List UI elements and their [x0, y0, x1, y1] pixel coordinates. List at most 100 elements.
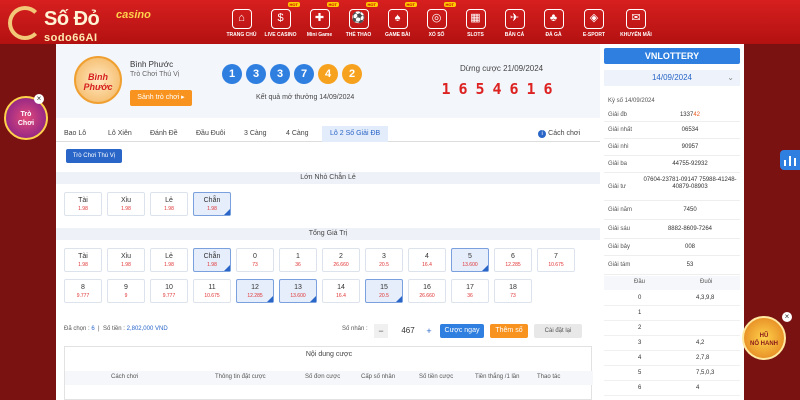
- bet-option[interactable]: 8 9.777: [64, 279, 102, 303]
- brand-logo[interactable]: Số Đỏ casino sodo66AI: [8, 4, 168, 44]
- tab-2[interactable]: Đánh Đề: [150, 126, 178, 142]
- bet-option-name: Chẵn: [203, 197, 221, 204]
- bet-option[interactable]: 13 13.600: [279, 279, 317, 303]
- bet-option[interactable]: Chẵn 1.98: [193, 248, 231, 272]
- loto-row: 5 7,5,0,3: [604, 367, 740, 381]
- mode-button[interactable]: Trò Chơi Thú Vị: [66, 149, 122, 163]
- nav-item-1[interactable]: $ LIVE CASINO HOT: [261, 0, 300, 44]
- timer-digit: 5: [475, 80, 485, 98]
- nav-item-3[interactable]: ⚽ THỂ THAO HOT: [339, 0, 378, 44]
- bet-option[interactable]: 7 10.675: [537, 248, 575, 272]
- nav-item-7[interactable]: ✈ BẮN CÁ: [495, 0, 534, 44]
- bet-option[interactable]: 99: [107, 279, 145, 303]
- prize-label: Giải tám: [608, 262, 631, 268]
- bet-table-column: Cấp số nhân: [361, 374, 396, 380]
- ball-icon: ⚽: [348, 9, 369, 29]
- bet-option-odds: 1.98: [78, 206, 88, 212]
- main-nav: ⌂ TRANG CHỦ $ LIVE CASINO HOT ✚ Mini Game HOT ⚽ T…: [222, 0, 657, 44]
- bet-option-name: 17: [466, 284, 474, 291]
- nav-item-4[interactable]: ♠ GAME BÀI HOT: [378, 0, 417, 44]
- loto-head-value: 6: [638, 385, 642, 391]
- multiplier-input[interactable]: 467: [392, 324, 424, 338]
- bet-option-odds: 10.675: [548, 262, 564, 268]
- loto-head-value: 5: [638, 370, 642, 376]
- tab-4[interactable]: 3 Càng: [244, 126, 267, 142]
- bet-option-name: Lẻ: [165, 253, 173, 260]
- nav-item-2[interactable]: ✚ Mini Game HOT: [300, 0, 339, 44]
- bet-option[interactable]: 3 20.5: [365, 248, 403, 272]
- bet-option-odds: 36: [467, 293, 473, 299]
- bet-option[interactable]: Xỉu 1.98: [107, 192, 145, 216]
- bet-option[interactable]: Chẵn 1.98: [193, 192, 231, 216]
- prize-value-main: 53: [686, 262, 694, 268]
- close-icon[interactable]: ×: [782, 312, 792, 322]
- date-select[interactable]: 14/09/2024 ⌄: [604, 70, 740, 86]
- bet-option[interactable]: 6 12.285: [494, 248, 532, 272]
- nav-item-label: BẮN CÁ: [504, 32, 525, 38]
- countdown-timer: 1654616: [440, 80, 554, 98]
- nav-item-6[interactable]: ▦ SLOTS: [456, 0, 495, 44]
- nav-item-5[interactable]: ◎ XỔ SỐ HOT: [417, 0, 456, 44]
- prize-row: Giải sáu 8882-8609-7264: [604, 220, 740, 239]
- bet-option[interactable]: 12 12.285: [236, 279, 274, 303]
- bet-table-column: Số đơn cược: [305, 374, 341, 380]
- result-balls: 133742: [222, 64, 362, 84]
- prize-label: Giải nhì: [608, 144, 629, 150]
- prize-row: Giải đb 133742: [604, 108, 740, 122]
- tab-1[interactable]: Lô Xiên: [108, 126, 132, 142]
- bet-option[interactable]: 10 9.777: [150, 279, 188, 303]
- tab-0[interactable]: Bao Lô: [64, 126, 86, 142]
- avatar-line2: Phước: [83, 82, 113, 92]
- bet-option[interactable]: 0 73: [236, 248, 274, 272]
- bet-option[interactable]: 16 26.660: [408, 279, 446, 303]
- nav-item-10[interactable]: ✉ KHUYẾN MÃI: [615, 0, 657, 44]
- prize-value: 44755-92932: [640, 161, 740, 168]
- stats-chart-icon[interactable]: [780, 150, 800, 170]
- bet-option[interactable]: Lẻ 1.98: [150, 192, 188, 216]
- loto-tail-value: 4,2: [696, 340, 705, 346]
- multiplier-minus-button[interactable]: −: [374, 324, 388, 338]
- right-promo-badge[interactable]: HŨ NỔ HANH: [742, 316, 786, 360]
- bet-table-column: Tiền thắng /1 lần: [475, 374, 520, 380]
- result-ball: 3: [270, 64, 290, 84]
- rules-link[interactable]: i Cách chơi: [538, 126, 580, 142]
- tab-5[interactable]: 4 Càng: [286, 126, 309, 142]
- bet-type-tabs: i Cách chơi Bao Lô Lô Xiên Đánh Đề Đầu Đuôi 3…: [56, 126, 600, 142]
- bet-option[interactable]: 11 10.675: [193, 279, 231, 303]
- bet-option[interactable]: 15 20.5: [365, 279, 403, 303]
- bet-option[interactable]: 14 16.4: [322, 279, 360, 303]
- bet-option-name: Lẻ: [165, 197, 173, 204]
- tab-3[interactable]: Đầu Đuôi: [196, 126, 225, 142]
- bet-option[interactable]: 1 36: [279, 248, 317, 272]
- close-icon[interactable]: ×: [34, 94, 44, 104]
- timer-digit: 6: [543, 80, 553, 98]
- nav-item-0[interactable]: ⌂ TRANG CHỦ: [222, 0, 261, 44]
- prize-row: Giải ba 44755-92932: [604, 156, 740, 173]
- provider-logo: VNLOTTERY: [604, 48, 740, 64]
- nav-item-9[interactable]: ◈ E-SPORT: [573, 0, 615, 44]
- bet-option-odds: 1.98: [164, 206, 174, 212]
- bet-option-odds: 9.777: [162, 293, 176, 299]
- right-promo-line2: NỔ HANH: [750, 341, 778, 347]
- bet-option[interactable]: Tài 1.98: [64, 248, 102, 272]
- bet-option[interactable]: 18 73: [494, 279, 532, 303]
- bet-option-name: 7: [554, 253, 558, 260]
- bet-option[interactable]: Lẻ 1.98: [150, 248, 188, 272]
- hot-badge: HOT: [326, 2, 339, 7]
- reset-button[interactable]: Cài đặt lại: [534, 324, 582, 338]
- multiplier-plus-button[interactable]: +: [422, 324, 436, 338]
- bet-option[interactable]: Xỉu 1.98: [107, 248, 145, 272]
- lobby-button[interactable]: Sảnh trò chơi ▸: [130, 90, 192, 106]
- bet-option[interactable]: 17 36: [451, 279, 489, 303]
- nav-item-8[interactable]: ♣ ĐÁ GÀ: [534, 0, 573, 44]
- gamepad-icon: ✚: [309, 9, 330, 29]
- bet-option[interactable]: 2 26.660: [322, 248, 360, 272]
- bet-option[interactable]: Tài 1.98: [64, 192, 102, 216]
- bet-option[interactable]: 4 16.4: [408, 248, 446, 272]
- bet-option[interactable]: 5 13.600: [451, 248, 489, 272]
- bet-option-name: 11: [208, 284, 216, 291]
- stop-betting-text: Dừng cược 21/09/2024: [460, 64, 544, 73]
- tab-6[interactable]: Lô 2 Số Giải ĐB: [322, 126, 389, 142]
- quick-bet-button[interactable]: Cược ngay: [440, 324, 484, 338]
- add-bet-button[interactable]: Thêm số: [490, 324, 528, 338]
